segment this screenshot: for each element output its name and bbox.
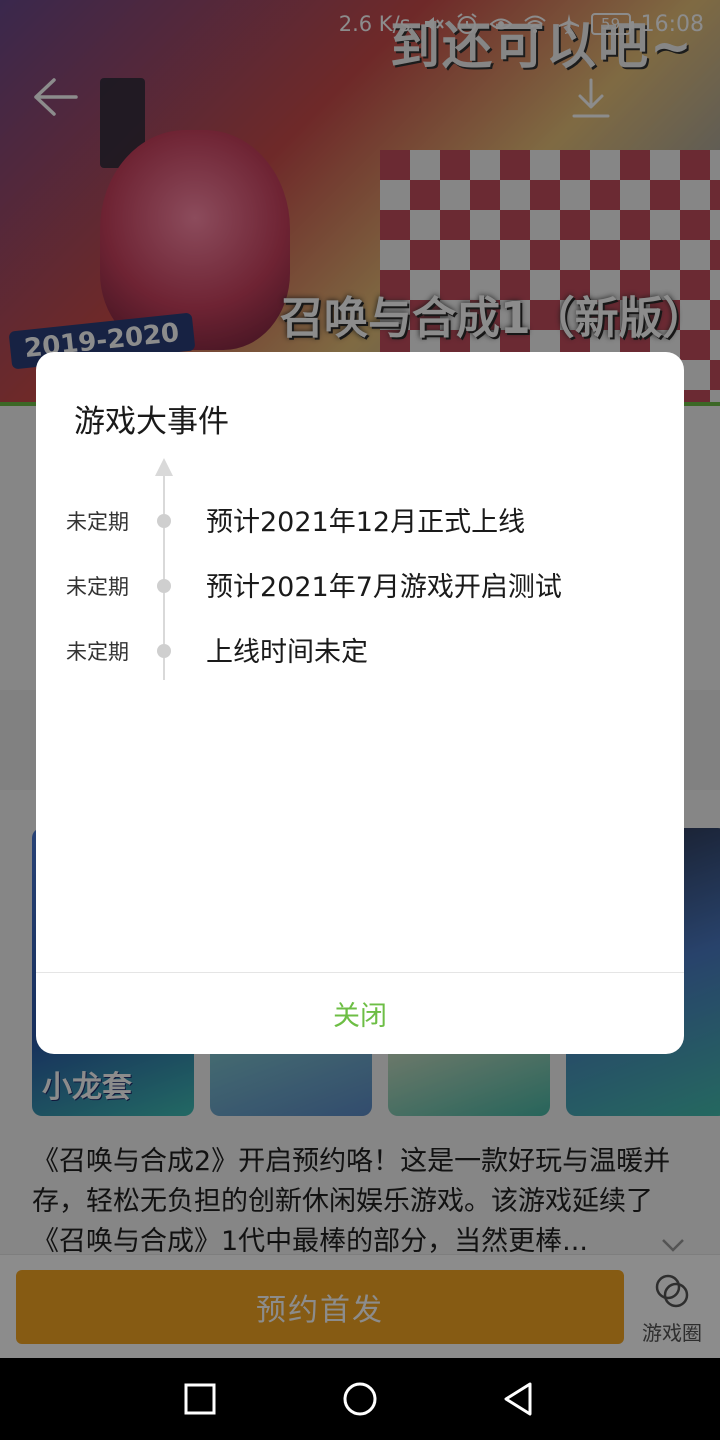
event-text: 上线时间未定 <box>206 637 368 668</box>
system-navigation-bar <box>0 1358 720 1440</box>
event-timeline: 未定期 预计2021年12月正式上线 未定期 预计2021年7月游戏开启测试 未… <box>36 456 684 686</box>
timeline-dot <box>157 579 171 593</box>
timeline-event: 未定期 预计2021年7月游戏开启测试 <box>36 565 684 605</box>
game-events-dialog: 游戏大事件 未定期 预计2021年12月正式上线 未定期 预计2021年7月游戏… <box>36 352 684 1054</box>
event-text: 预计2021年12月正式上线 <box>206 507 526 538</box>
back-triangle-icon[interactable] <box>496 1376 542 1422</box>
timeline-event: 未定期 上线时间未定 <box>36 630 684 670</box>
close-button[interactable]: 关闭 <box>36 973 684 1054</box>
home-icon[interactable] <box>337 1376 383 1422</box>
timeline-event: 未定期 预计2021年12月正式上线 <box>36 500 684 540</box>
timeline-dot <box>157 644 171 658</box>
event-date: 未定期 <box>66 575 129 599</box>
timeline-dot <box>157 514 171 528</box>
event-text: 预计2021年7月游戏开启测试 <box>206 572 562 603</box>
recent-apps-icon[interactable] <box>177 1376 223 1422</box>
dialog-title: 游戏大事件 <box>74 404 229 440</box>
event-date: 未定期 <box>66 640 129 664</box>
event-date: 未定期 <box>66 510 129 534</box>
